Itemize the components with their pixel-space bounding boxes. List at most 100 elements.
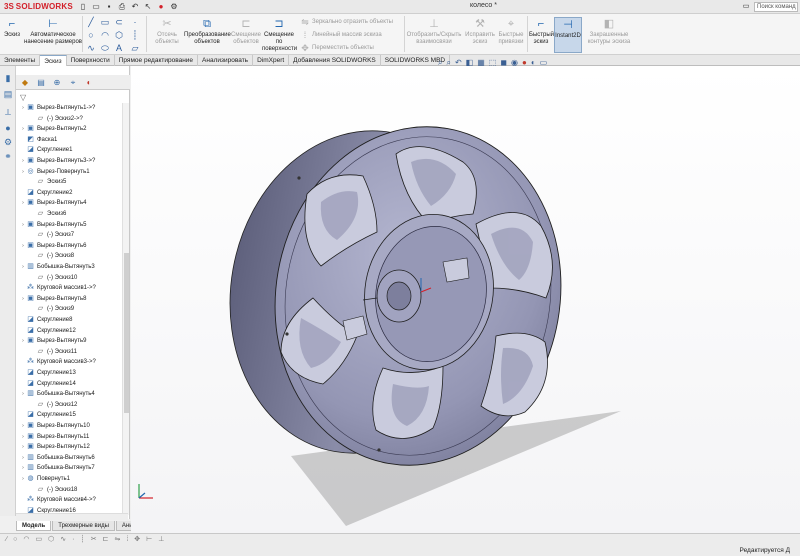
instant2d-button[interactable]: ⊣ Instant2D bbox=[554, 17, 582, 53]
view-palette-icon[interactable]: ⟂ bbox=[2, 106, 14, 118]
mirror-icon[interactable]: ⇋ bbox=[300, 17, 310, 27]
tree-item[interactable]: ⁂ Круговой массив4->? bbox=[20, 495, 96, 505]
tab-sketch[interactable]: Эскиз bbox=[40, 55, 67, 66]
sketch-button[interactable]: ⌐ Эскиз bbox=[2, 17, 22, 39]
line-icon[interactable]: ╱ bbox=[86, 17, 96, 27]
arc-icon[interactable]: ◠ bbox=[100, 30, 110, 40]
point-icon[interactable]: · bbox=[72, 534, 74, 545]
tree-item[interactable]: ◪ Скругление2 bbox=[20, 188, 72, 198]
tree-item[interactable]: › ▣ Вырез-Вытянуть5 bbox=[20, 220, 86, 230]
offset-surface-button[interactable]: ⊐ Смещение по поверхности bbox=[262, 17, 297, 53]
offset-entities-button[interactable]: ⊏ Смещение объектов bbox=[230, 17, 262, 46]
point-icon[interactable]: · bbox=[130, 17, 140, 27]
pattern-icon[interactable]: ⁞ bbox=[126, 534, 128, 545]
line-icon[interactable]: ∕ bbox=[6, 534, 7, 545]
mirror-icon[interactable]: ⇋ bbox=[114, 534, 120, 545]
tree-item[interactable]: › ▣ Вырез-Вытянуть8 bbox=[20, 294, 86, 304]
tree-item[interactable]: › ▣ Вырез-Вытянуть11 bbox=[20, 432, 89, 442]
tree-item[interactable]: ◪ Скругление12 bbox=[20, 326, 76, 336]
dimxpert-tab-icon[interactable]: ⌖ bbox=[66, 77, 80, 88]
tree-subitem[interactable]: ▱ (-) Эскиз7 bbox=[30, 230, 74, 240]
tab-3d-views[interactable]: Трехмерные виды bbox=[52, 521, 115, 531]
wheel-model[interactable] bbox=[131, 66, 800, 533]
spline-icon[interactable]: ∿ bbox=[60, 534, 66, 545]
ellipse-icon[interactable]: ⬭ bbox=[100, 43, 110, 53]
custom-properties-icon[interactable]: ⚙ bbox=[2, 136, 14, 148]
rectangle-icon[interactable]: ▭ bbox=[36, 534, 43, 545]
tree-item[interactable]: › ▣ Вырез-Вытянуть10 bbox=[20, 421, 90, 431]
tree-item[interactable]: ◪ Скругление15 bbox=[20, 410, 76, 420]
tree-item[interactable]: › ◎ Вырез-Повернуть1 bbox=[20, 167, 89, 177]
tree-subitem[interactable]: ▱ (-) Эскиз12 bbox=[30, 400, 78, 410]
dimension-icon[interactable]: ⊢ bbox=[146, 534, 152, 545]
tree-item[interactable]: ◪ Скругление14 bbox=[20, 379, 76, 389]
slot-icon[interactable]: ⊂ bbox=[114, 17, 124, 27]
zoom-area-icon[interactable]: ⌕ bbox=[446, 58, 450, 69]
section-view-icon[interactable]: ◧ bbox=[466, 58, 474, 69]
tree-subitem[interactable]: ▱ (-) Эскиз10 bbox=[30, 273, 78, 283]
rapid-sketch-button[interactable]: ⌐ Быстрый эскиз bbox=[529, 17, 554, 46]
tree-item[interactable]: › ◍ Повернуть1 bbox=[20, 474, 70, 484]
quick-snaps-button[interactable]: ⌖ Быстрые привязки bbox=[496, 17, 526, 46]
print-icon[interactable]: ⎙ bbox=[117, 2, 127, 12]
tab-addins[interactable]: Добавления SOLIDWORKS bbox=[289, 55, 381, 66]
feature-manager-tab-icon[interactable]: ◆ bbox=[18, 77, 32, 88]
display-style-icon[interactable]: ◼ bbox=[500, 58, 507, 69]
offset-icon[interactable]: ⊏ bbox=[103, 534, 109, 545]
view-orientation-icon[interactable]: ⬚ bbox=[489, 58, 497, 69]
shaded-contours-button[interactable]: ◧ Закрашенные контуры эскиза bbox=[584, 17, 634, 46]
tree-item[interactable]: ◪ Скругление1 bbox=[20, 145, 72, 155]
tree-item[interactable]: › ▥ Бобышка-Вытянуть3 bbox=[20, 262, 95, 272]
convert-entities-button[interactable]: ⧉ Преобразование объектов bbox=[184, 17, 231, 46]
tree-item[interactable]: ◪ Скругление13 bbox=[20, 368, 76, 378]
move-icon[interactable]: ✥ bbox=[134, 534, 140, 545]
tree-item[interactable]: › ▣ Вырез-Вытянуть9 bbox=[20, 336, 86, 346]
tree-subitem[interactable]: ▱ Эскиз6 bbox=[30, 209, 67, 219]
tree-subitem[interactable]: ▱ (-) Эскиз8 bbox=[30, 251, 74, 261]
solidworks-logo[interactable]: 3S SOLIDWORKS bbox=[0, 2, 73, 11]
tree-subitem[interactable]: ▱ (-) Эскиз2->? bbox=[30, 114, 83, 124]
previous-view-icon[interactable]: ↶ bbox=[455, 58, 462, 69]
open-icon[interactable]: ▭ bbox=[91, 2, 101, 12]
tree-scrollbar[interactable] bbox=[122, 103, 129, 515]
tree-subitem[interactable]: ▱ (-) Эскиз9 bbox=[30, 304, 74, 314]
mirror-entities-label[interactable]: Зеркально отразить объекты bbox=[312, 19, 393, 25]
tree-item[interactable]: › ▣ Вырез-Вытянуть4 bbox=[20, 198, 86, 208]
tree-item[interactable]: › ▣ Вырез-Вытянуть3->? bbox=[20, 156, 95, 166]
filter-icon[interactable]: ▽ bbox=[20, 93, 29, 102]
relation-icon[interactable]: ⊥ bbox=[158, 534, 164, 545]
tree-item[interactable]: › ▣ Вырез-Вытянуть6 bbox=[20, 241, 86, 251]
rebuild-icon[interactable]: ● bbox=[156, 2, 166, 12]
zoom-fit-icon[interactable]: ⌕ bbox=[438, 58, 442, 69]
polygon-icon[interactable]: ⬡ bbox=[48, 534, 54, 545]
tree-subitem[interactable]: ▱ (-) Эскиз11 bbox=[30, 347, 77, 357]
hide-show-icon[interactable]: ◉ bbox=[511, 58, 518, 69]
trim-icon[interactable]: ✂ bbox=[91, 534, 97, 545]
polygon-icon[interactable]: ⬡ bbox=[114, 30, 124, 40]
tree-item[interactable]: ⁂ Круговой массив3->? bbox=[20, 357, 96, 367]
centerline-icon[interactable]: ┊ bbox=[130, 30, 140, 40]
tree-subitem[interactable]: ▱ (-) Эскиз18 bbox=[30, 485, 78, 495]
tree-item[interactable]: ◩ Фаска1 bbox=[20, 135, 57, 145]
plane-icon[interactable]: ▱ bbox=[130, 43, 140, 53]
apply-scene-icon[interactable]: ◐ bbox=[531, 58, 536, 69]
tree-hscrollbar[interactable] bbox=[16, 513, 128, 520]
configuration-tab-icon[interactable]: ⊕ bbox=[50, 77, 64, 88]
smart-dimension-button[interactable]: ⊢ Автоматическое нанесение размеров bbox=[24, 17, 82, 46]
text-icon[interactable]: A bbox=[114, 43, 124, 53]
file-explorer-icon[interactable]: ▤ bbox=[2, 88, 14, 100]
tree-item[interactable]: › ▥ Бобышка-Вытянуть6 bbox=[20, 453, 95, 463]
new-icon[interactable]: ▯ bbox=[78, 2, 88, 12]
tree-item[interactable]: › ▥ Бобышка-Вытянуть7 bbox=[20, 463, 95, 473]
menu-arrow-icon[interactable]: ▭ bbox=[740, 2, 752, 12]
tree-item[interactable]: › ▥ Бобышка-Вытянуть4 bbox=[20, 389, 95, 399]
dynamic-annotation-icon[interactable]: ▦ bbox=[477, 58, 485, 69]
edit-appearance-icon[interactable]: ● bbox=[522, 58, 527, 69]
tree-item[interactable]: › ▣ Вырез-Вытянуть1->? bbox=[20, 103, 95, 113]
select-icon[interactable]: ↖ bbox=[143, 2, 153, 12]
options-icon[interactable]: ⚙ bbox=[169, 2, 179, 12]
tab-features[interactable]: Элементы bbox=[0, 55, 41, 66]
design-library-icon[interactable]: ▮ bbox=[2, 72, 14, 84]
circle-icon[interactable]: ○ bbox=[86, 30, 96, 40]
circle-icon[interactable]: ○ bbox=[13, 534, 17, 545]
